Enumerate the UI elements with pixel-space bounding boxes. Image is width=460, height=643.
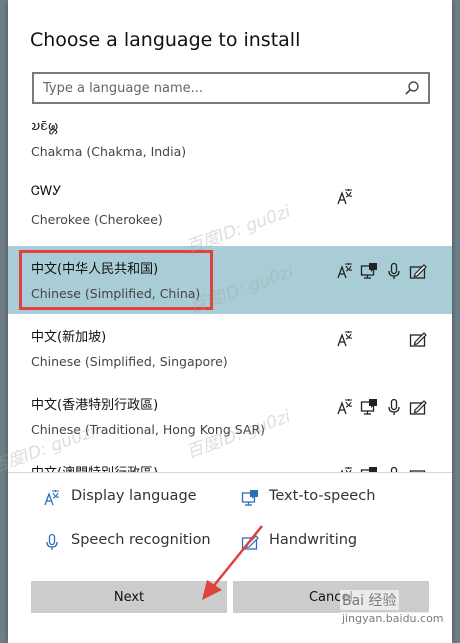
- language-english-name: Chakma (Chakma, India): [31, 144, 187, 159]
- language-native-name: ᏣᎳᎩ: [31, 184, 62, 199]
- language-native-name: 中文(香港特別行政區): [31, 398, 159, 413]
- display-language-icon: [44, 490, 60, 506]
- language-item-cherokee[interactable]: ᏣᎳᎩ Cherokee (Cherokee): [8, 172, 452, 240]
- search-icon[interactable]: [404, 80, 420, 96]
- handwriting-icon: [409, 400, 427, 415]
- language-list[interactable]: 𑄌𑄋𑄴𑄟𑄳𑄦 Chakma (Chakma, India) ᏣᎳᎩ Cherok…: [8, 116, 452, 472]
- language-native-name: 中文(中华人民共和国): [31, 262, 159, 277]
- handwriting-icon: [409, 264, 427, 279]
- search-input[interactable]: [43, 74, 393, 102]
- language-english-name: Chinese (Traditional, Hong Kong SAR): [31, 422, 266, 437]
- text-to-speech-icon: [360, 263, 377, 279]
- display-language-icon: [337, 331, 353, 347]
- watermark-url: jingyan.baidu.com: [340, 612, 446, 625]
- language-item-chinese-traditional-hongkong[interactable]: 中文(香港特別行政區) Chinese (Traditional, Hong K…: [8, 382, 452, 450]
- display-language-icon: [337, 263, 353, 279]
- speech-recognition-icon: [46, 533, 58, 550]
- speech-recognition-icon: [388, 398, 400, 415]
- legend-label: Text-to-speech: [269, 488, 376, 504]
- language-native-name: 𑄌𑄋𑄴𑄟𑄳𑄦: [31, 119, 59, 134]
- language-item-chakma[interactable]: 𑄌𑄋𑄴𑄟𑄳𑄦 Chakma (Chakma, India): [8, 116, 452, 172]
- language-english-name: Cherokee (Cherokee): [31, 212, 163, 227]
- annotation-arrow: [202, 525, 263, 600]
- display-language-icon: [337, 189, 353, 205]
- handwriting-icon: [409, 332, 427, 347]
- language-item-chinese-traditional-macao[interactable]: 中文(澳門特別行政區): [8, 450, 452, 472]
- language-english-name: Chinese (Simplified, China): [31, 286, 201, 301]
- language-native-name: 中文(澳門特別行政區): [31, 462, 158, 472]
- legend-label: Handwriting: [269, 532, 358, 548]
- legend-label: Speech recognition: [71, 532, 211, 548]
- dialog-title: Choose a language to install: [30, 29, 301, 51]
- search-box[interactable]: [32, 72, 430, 104]
- legend-label: Display language: [71, 488, 197, 504]
- divider: [8, 472, 452, 473]
- language-item-chinese-simplified-china[interactable]: 中文(中华人民共和国) Chinese (Simplified, China): [8, 246, 452, 314]
- language-dialog: Choose a language to install 𑄌𑄋𑄴𑄟𑄳𑄦 Chak…: [0, 0, 452, 643]
- language-item-chinese-simplified-singapore[interactable]: 中文(新加坡) Chinese (Simplified, Singapore): [8, 314, 452, 382]
- language-native-name: 中文(新加坡): [31, 330, 107, 345]
- text-to-speech-icon: [360, 399, 377, 415]
- display-language-icon: [337, 399, 353, 415]
- watermark-brand: Bai 经验: [340, 590, 399, 610]
- speech-recognition-icon: [388, 262, 400, 279]
- text-to-speech-icon: [241, 490, 258, 506]
- language-english-name: Chinese (Simplified, Singapore): [31, 354, 228, 369]
